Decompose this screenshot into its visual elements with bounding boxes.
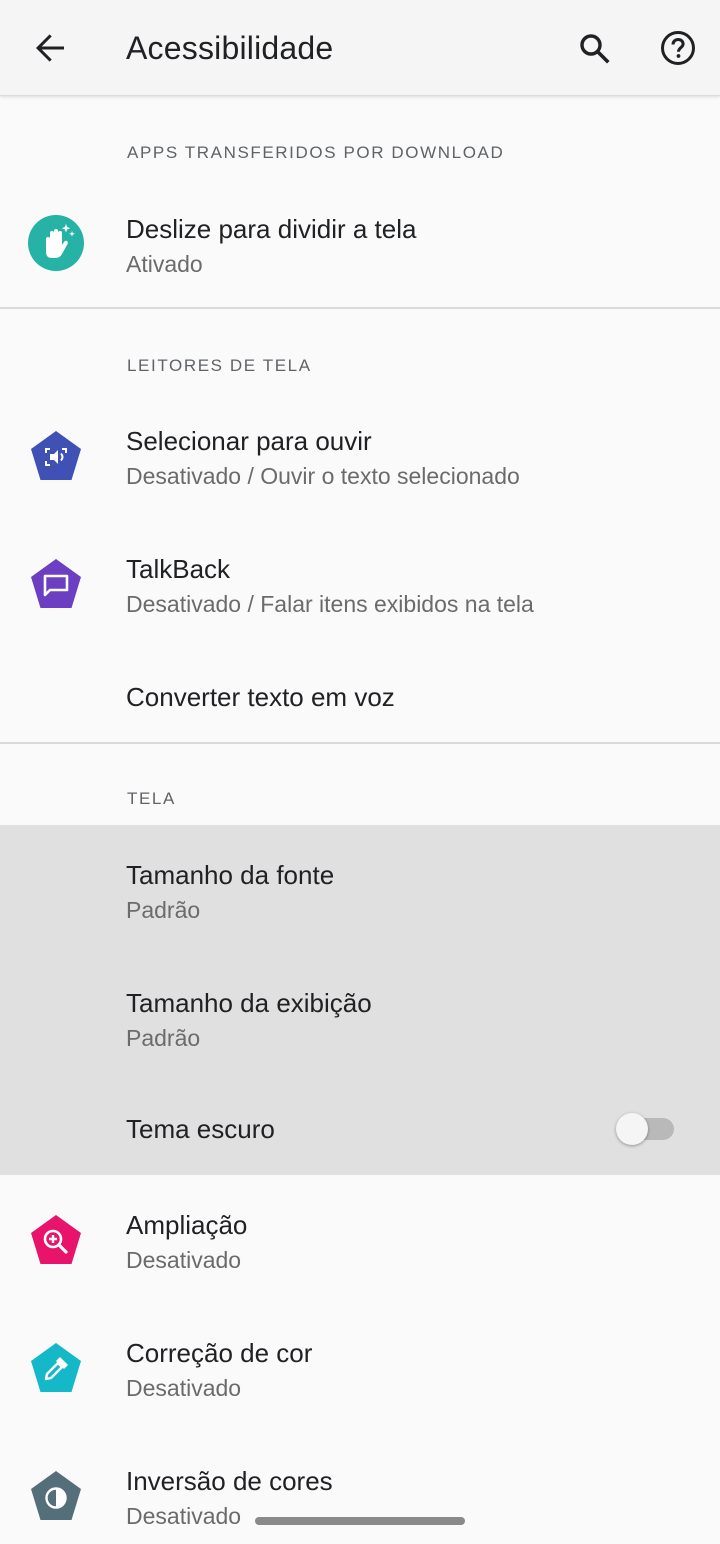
list-item-display-size[interactable]: Tamanho da exibição Padrão bbox=[0, 966, 720, 1094]
list-item-title: Ampliação bbox=[126, 1210, 248, 1240]
chat-bubble-icon bbox=[31, 559, 81, 608]
section-header-downloaded: APPS TRANSFERIDOS POR DOWNLOAD bbox=[127, 143, 505, 162]
list-item-magnification[interactable]: Ampliação Desativado bbox=[0, 1188, 720, 1316]
toggle-thumb bbox=[616, 1113, 648, 1145]
list-item-color-inversion[interactable]: Inversão de cores Desativado bbox=[0, 1444, 720, 1544]
list-item-title: Tamanho da fonte bbox=[126, 860, 335, 890]
list-item-font-size[interactable]: Tamanho da fonte Padrão bbox=[0, 838, 720, 966]
hand-sparkle-icon bbox=[28, 215, 84, 271]
speaker-select-icon bbox=[31, 431, 81, 480]
list-item-talkback[interactable]: TalkBack Desativado / Falar itens exibid… bbox=[0, 532, 720, 660]
section-header-display: TELA bbox=[127, 789, 176, 808]
app-bar: Acessibilidade bbox=[0, 0, 720, 96]
search-button[interactable] bbox=[570, 24, 618, 72]
list-item-title: Tema escuro bbox=[126, 1114, 275, 1144]
list-item-subtitle: Desativado / Ouvir o texto selecionado bbox=[126, 463, 520, 489]
list-item-tts[interactable]: Converter texto em voz bbox=[0, 660, 720, 740]
arrow-back-icon bbox=[36, 34, 64, 62]
list-item-title: Tamanho da exibição bbox=[126, 988, 372, 1018]
help-button[interactable] bbox=[654, 24, 702, 72]
list-item-title: TalkBack bbox=[126, 554, 231, 584]
eyedropper-icon bbox=[31, 1343, 81, 1392]
list-item-select-to-speak[interactable]: Selecionar para ouvir Desativado / Ouvir… bbox=[0, 404, 720, 532]
list-item-title: Selecionar para ouvir bbox=[126, 426, 372, 456]
help-circle-icon bbox=[661, 31, 695, 65]
list-item-subtitle: Padrão bbox=[126, 1025, 201, 1051]
search-icon bbox=[580, 34, 610, 64]
list-item-title: Converter texto em voz bbox=[126, 682, 395, 712]
list-item-subtitle: Padrão bbox=[126, 897, 201, 923]
section-divider bbox=[0, 307, 720, 309]
dark-theme-toggle[interactable] bbox=[614, 1112, 676, 1146]
magnify-plus-icon bbox=[31, 1215, 81, 1264]
list-item-subtitle: Desativado bbox=[126, 1375, 242, 1401]
section-divider bbox=[0, 742, 720, 744]
list-item-subtitle: Desativado bbox=[126, 1503, 242, 1529]
back-button[interactable] bbox=[26, 24, 74, 72]
list-item-subtitle: Desativado bbox=[126, 1247, 242, 1273]
gesture-navigation-bar[interactable] bbox=[255, 1517, 465, 1525]
list-item-color-correction[interactable]: Correção de cor Desativado bbox=[0, 1316, 720, 1444]
list-item-subtitle: Ativado bbox=[126, 251, 203, 277]
list-item-title: Inversão de cores bbox=[126, 1466, 333, 1496]
section-header-screen-readers: LEITORES DE TELA bbox=[127, 356, 312, 375]
contrast-icon bbox=[31, 1471, 81, 1520]
list-item-title: Deslize para dividir a tela bbox=[126, 214, 417, 244]
list-item-swipe-split[interactable]: Deslize para dividir a tela Ativado bbox=[0, 190, 720, 300]
page-title: Acessibilidade bbox=[126, 30, 334, 66]
list-item-title: Correção de cor bbox=[126, 1338, 313, 1368]
list-item-subtitle: Desativado / Falar itens exibidos na tel… bbox=[126, 591, 534, 617]
list-item-dark-theme[interactable]: Tema escuro bbox=[0, 1094, 720, 1174]
